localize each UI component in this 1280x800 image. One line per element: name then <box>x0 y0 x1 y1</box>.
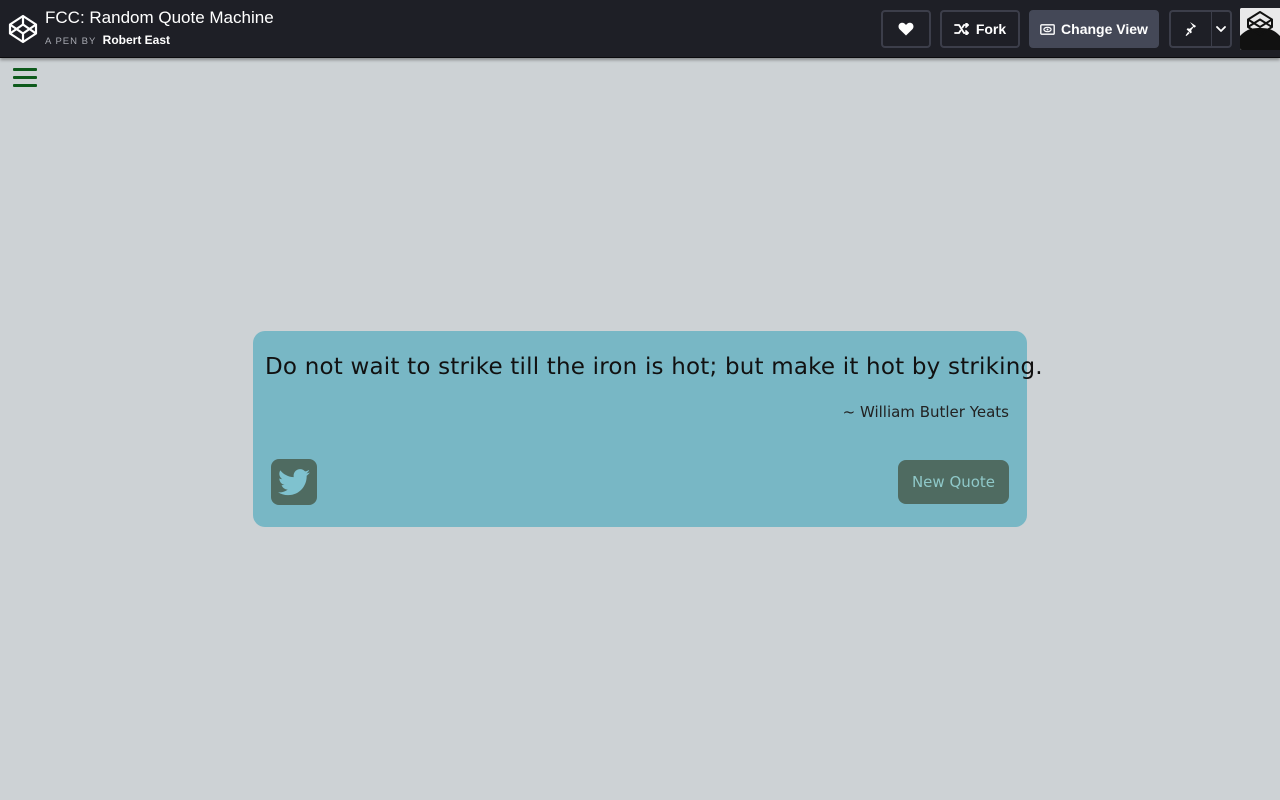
fork-icon <box>953 23 969 35</box>
hamburger-menu-icon[interactable] <box>13 68 37 88</box>
codepen-logo-icon[interactable] <box>8 14 38 44</box>
by-label: A PEN BY <box>45 36 97 47</box>
pen-title[interactable]: FCC: Random Quote Machine <box>45 8 274 28</box>
author-link[interactable]: Robert East <box>103 33 170 47</box>
hamburger-bar <box>13 68 37 71</box>
quote-author: ~ William Butler Yeats <box>842 403 1009 421</box>
pen-byline: A PEN BY Robert East <box>45 33 170 49</box>
heart-icon <box>898 22 914 36</box>
quote-text: Do not wait to strike till the iron is h… <box>265 354 1043 380</box>
hamburger-bar <box>13 76 37 79</box>
pin-dropdown-button[interactable] <box>1211 10 1232 48</box>
fork-button[interactable]: Fork <box>940 10 1020 48</box>
pin-button[interactable] <box>1169 10 1213 48</box>
fork-label: Fork <box>975 21 1007 37</box>
pin-icon <box>1185 22 1196 36</box>
user-avatar[interactable] <box>1240 8 1280 50</box>
change-view-button[interactable]: Change View <box>1029 10 1159 48</box>
tweet-button[interactable] <box>271 459 317 505</box>
eye-window-icon <box>1040 23 1055 35</box>
like-button[interactable] <box>881 10 931 48</box>
hamburger-bar <box>13 84 37 87</box>
new-quote-button[interactable]: New Quote <box>898 460 1009 504</box>
quote-card: Do not wait to strike till the iron is h… <box>253 331 1043 527</box>
twitter-icon <box>278 468 310 495</box>
change-view-label: Change View <box>1061 21 1148 37</box>
codepen-header: FCC: Random Quote Machine A PEN BY Rober… <box>0 0 1280 58</box>
avatar-codepen-icon <box>1240 8 1280 50</box>
chevron-down-icon <box>1216 25 1226 32</box>
